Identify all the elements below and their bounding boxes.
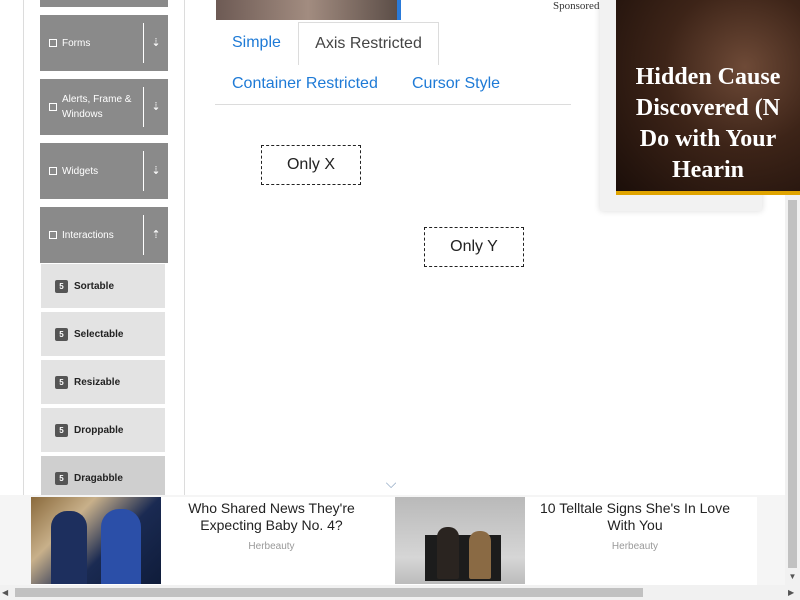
sidebar-item-droppable[interactable]: 5 Droppable: [41, 408, 165, 454]
html5-icon: 5: [55, 423, 68, 437]
window-icon: [49, 103, 57, 111]
ad-image-royal-couple[interactable]: [31, 497, 161, 584]
html5-icon: 5: [55, 375, 68, 389]
ad-image-figure: [469, 531, 491, 579]
side-ad-line: Discovered (N: [635, 95, 781, 121]
sidebar-group-divider: [143, 151, 144, 191]
sidebar-item-resizable[interactable]: 5 Resizable: [41, 360, 165, 406]
tabs-divider: [215, 104, 571, 105]
download-icon[interactable]: ⇣: [150, 99, 162, 115]
download-icon[interactable]: ⇣: [150, 35, 162, 51]
side-ad-line: Do with Your: [639, 126, 777, 152]
bottom-ad-source: Herbeauty: [248, 541, 295, 552]
sidebar-group-divider: [143, 87, 144, 127]
ad-image-figure: [51, 511, 87, 584]
chevron-down-icon[interactable]: ⌵: [384, 476, 398, 490]
scroll-left-arrow-icon[interactable]: ◀: [2, 587, 12, 598]
ad-image-figure: [437, 527, 459, 579]
bottom-ad-title[interactable]: Who Shared News They're Expecting Baby N…: [170, 500, 373, 534]
sidebar-group-label: Interactions: [62, 229, 114, 241]
side-ad-line: Hidden Cause: [635, 64, 781, 90]
sidebar-item-label: Sortable: [74, 280, 115, 292]
sidebar-group-divider: [143, 23, 144, 63]
page: Forms ⇣ Alerts, Frame & Windows ⇣ Widget…: [0, 0, 800, 600]
html5-icon: 5: [55, 471, 68, 485]
draggable-only-x[interactable]: Only X: [261, 145, 361, 185]
sidebar-group-alerts[interactable]: Alerts, Frame & Windows ⇣: [40, 79, 168, 135]
sidebar-item-label: Dragabble: [74, 472, 123, 484]
scroll-down-arrow-icon[interactable]: ▼: [786, 571, 799, 583]
sidebar-item-sortable[interactable]: 5 Sortable: [41, 264, 165, 310]
upload-icon[interactable]: ⇡: [150, 227, 162, 243]
side-ad-line: Hearin: [672, 157, 744, 183]
tab-container-restricted[interactable]: Container Restricted: [232, 75, 378, 93]
ad-image-figure: [101, 509, 141, 584]
sidebar-group-interactions[interactable]: Interactions ⇡: [40, 207, 168, 263]
sidebar-group-label: Alerts, Frame & Windows: [62, 94, 132, 120]
sidebar-item-label: Selectable: [74, 328, 124, 340]
bottom-ad-source: Herbeauty: [611, 541, 659, 552]
tab-axis-restricted[interactable]: Axis Restricted: [298, 22, 439, 65]
sponsored-label: Sponsored: [553, 0, 600, 12]
top-ad-image[interactable]: [216, 0, 400, 20]
sidebar-item-label: Resizable: [74, 376, 121, 388]
side-ad-headline[interactable]: Hidden Cause Discovered (N Do with Your …: [616, 62, 800, 186]
sidebar-group-elements[interactable]: [40, 0, 168, 7]
sidebar-group-forms[interactable]: Forms ⇣: [40, 15, 168, 71]
horizontal-scrollbar-thumb[interactable]: [15, 588, 643, 597]
sidebar-group-label: Forms: [62, 37, 91, 49]
form-icon: [49, 39, 57, 47]
sidebar-group-widgets[interactable]: Widgets ⇣: [40, 143, 168, 199]
scroll-right-arrow-icon[interactable]: ▶: [788, 587, 798, 598]
tab-simple[interactable]: Simple: [232, 34, 281, 64]
download-icon[interactable]: ⇣: [150, 163, 162, 179]
ad-image-couple-pets[interactable]: [395, 497, 525, 584]
vertical-scrollbar-thumb[interactable]: [788, 200, 797, 568]
sidebar-item-selectable[interactable]: 5 Selectable: [41, 312, 165, 358]
widgets-icon: [49, 167, 57, 175]
html5-icon: 5: [55, 279, 68, 293]
interactions-icon: [49, 231, 57, 239]
sidebar-item-label: Droppable: [74, 424, 124, 436]
sidebar-group-label: Widgets: [62, 165, 99, 177]
bottom-ad-title[interactable]: 10 Telltale Signs She's In Love With You: [526, 500, 744, 534]
top-ad-accent: [397, 0, 401, 20]
sidebar-group-divider: [143, 215, 144, 255]
tab-cursor-style[interactable]: Cursor Style: [412, 75, 500, 93]
html5-icon: 5: [55, 327, 68, 341]
draggable-only-y[interactable]: Only Y: [424, 227, 524, 267]
